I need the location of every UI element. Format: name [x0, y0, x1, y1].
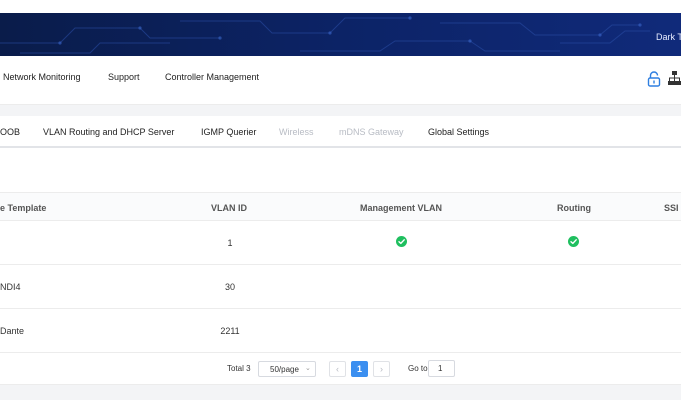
- tab-global-settings[interactable]: Global Settings: [428, 127, 489, 137]
- tab-igmp-querier[interactable]: IGMP Querier: [201, 127, 256, 137]
- table-header: e Template VLAN ID Management VLAN Routi…: [0, 192, 681, 221]
- top-menu: Network Monitoring Support Controller Ma…: [0, 56, 681, 98]
- goto-page-input[interactable]: 1: [428, 360, 455, 377]
- section-separator: [0, 104, 681, 116]
- tab-vlan-routing-dhcp[interactable]: VLAN Routing and DHCP Server: [43, 127, 174, 137]
- cell-vlan-id: 2211: [220, 326, 240, 336]
- next-page-button[interactable]: ›: [373, 361, 390, 377]
- col-template: e Template: [0, 203, 47, 213]
- menu-controller-management[interactable]: Controller Management: [165, 72, 259, 82]
- cell-name: NDI4: [0, 282, 21, 292]
- tab-mdns-gateway: mDNS Gateway: [339, 127, 404, 137]
- table-row[interactable]: 1: [0, 221, 681, 265]
- cell-name: Dante: [0, 326, 25, 336]
- table-row[interactable]: NDI4 30: [0, 265, 681, 309]
- content-spacer: [0, 150, 681, 192]
- goto-label: Go to: [408, 364, 428, 373]
- total-count: Total 3: [227, 364, 251, 373]
- top-strip: [0, 0, 681, 13]
- col-ssid: SSI: [664, 203, 679, 213]
- tab-bar: OOB VLAN Routing and DHCP Server IGMP Qu…: [0, 116, 681, 148]
- tab-oob[interactable]: OOB: [0, 127, 20, 137]
- menu-network-monitoring[interactable]: Network Monitoring: [3, 72, 81, 82]
- col-vlan-id: VLAN ID: [211, 203, 247, 213]
- lock-icon[interactable]: [647, 71, 661, 92]
- col-routing: Routing: [557, 203, 591, 213]
- page-size-select[interactable]: 50/page ⌄: [258, 361, 316, 377]
- circuit-pattern: [0, 16, 650, 54]
- check-icon: [396, 236, 407, 247]
- page: Dark T Network Monitoring Support Contro…: [0, 0, 681, 400]
- tab-wireless: Wireless: [279, 127, 314, 137]
- prev-page-button[interactable]: ‹: [329, 361, 346, 377]
- menu-support[interactable]: Support: [108, 72, 140, 82]
- chevron-down-icon: ⌄: [305, 365, 311, 372]
- cell-vlan-id: 30: [224, 282, 235, 292]
- pagination: Total 3 50/page ⌄ ‹ 1 › Go to 1: [0, 354, 681, 384]
- footer-strip: [0, 384, 681, 400]
- table-row[interactable]: Dante 2211: [0, 309, 681, 353]
- topology-icon[interactable]: [667, 71, 681, 90]
- header-banner: Dark T: [0, 13, 681, 56]
- page-size-value: 50/page: [270, 365, 299, 374]
- current-page-button[interactable]: 1: [351, 361, 368, 377]
- check-icon: [568, 236, 579, 247]
- banner-text: Dark T: [656, 32, 681, 42]
- cell-vlan-id: 1: [227, 238, 233, 248]
- col-management-vlan: Management VLAN: [360, 203, 443, 213]
